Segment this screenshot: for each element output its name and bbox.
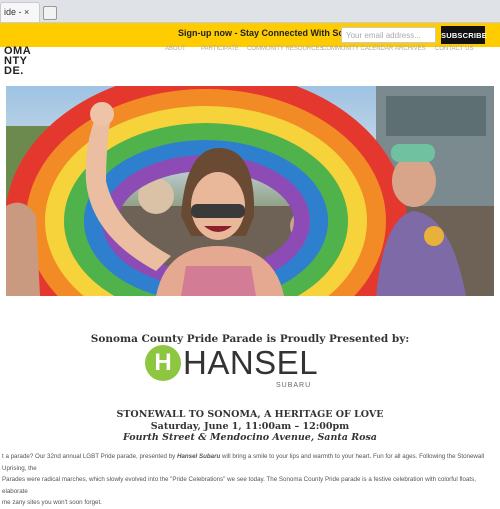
nav-item-participate[interactable]: PARTICIPATE [201,46,239,52]
sponsor-logo-mark: H [145,345,181,381]
sponsor-mention: Hansel Subaru [176,453,221,460]
sponsor-logo-name: HANSEL [183,344,319,381]
logo-line: DE. [4,65,24,77]
intro-line: t a parade? Our 32nd annual LGBT Pride p… [2,451,498,474]
sponsor-logo-sub: SUBARU [276,382,312,389]
email-input[interactable] [341,27,436,43]
main-nav: ABOUT PARTICIPATE COMMUNITY RESOURCES CO… [165,46,485,56]
subscribe-button[interactable]: SUBSCRIBE [441,26,487,44]
intro-text: t a parade? Our 32nd annual LGBT Pride p… [2,453,177,460]
event-date: Saturday, June 1, 11:00am – 12:00pm [150,421,350,432]
event-place: Fourth Street & Mendocino Avenue, Santa … [123,432,377,443]
intro-paragraph: t a parade? Our 32nd annual LGBT Pride p… [2,451,498,509]
intro-line: me zany sites you won't soon forget. [2,499,102,506]
nav-item-archives[interactable]: ARCHIVES [395,46,426,52]
browser-tab[interactable]: ide - × [0,2,40,22]
signup-bar: Sign-up now - Stay Connected With Sonoma… [0,23,500,47]
nav-item-community-resources[interactable]: COMMUNITY RESOURCES [247,46,324,52]
hero-image [6,86,494,296]
event-title: STONEWALL TO SONOMA, A HERITAGE OF LOVE [116,409,384,420]
nav-item-contact-us[interactable]: CONTACT US [435,46,473,52]
new-tab-button[interactable] [43,6,57,20]
nav-item-community-calendar[interactable]: COMMUNITY CALENDAR [322,46,393,52]
nav-item-about[interactable]: ABOUT [165,46,186,52]
site-logo[interactable]: OMA NTY DE. [4,46,31,77]
browser-tab-strip: ide - × [0,0,500,23]
hero-photo-illustration [6,86,494,296]
sponsor-logo[interactable]: H HANSEL SUBARU [145,345,325,395]
tab-title: ide - × [4,7,30,17]
intro-line: Parades were radical marches, which slow… [2,476,476,495]
